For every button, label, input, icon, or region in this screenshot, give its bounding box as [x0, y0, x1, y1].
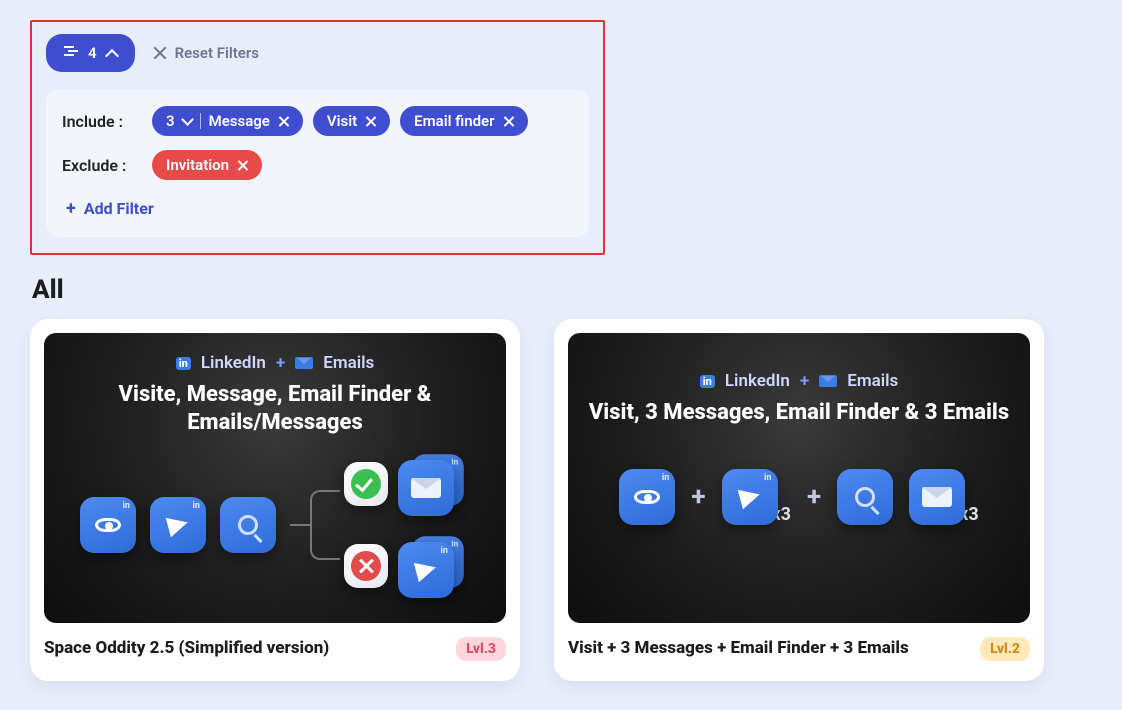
- chip-label: Visit: [327, 112, 357, 130]
- reset-filters-label: Reset Filters: [175, 44, 259, 62]
- visit-tile: in: [619, 469, 675, 525]
- level-badge: Lvl.3: [456, 637, 506, 661]
- card-footer: Visit + 3 Messages + Email Finder + 3 Em…: [568, 637, 1030, 661]
- send-icon: [414, 558, 438, 582]
- email-stack: in: [398, 452, 470, 516]
- filter-body: Include : 3 Message Visit Email finder E…: [46, 90, 589, 237]
- remove-chip-icon[interactable]: [278, 116, 289, 127]
- filter-count: 4: [88, 44, 97, 62]
- section-title: All: [32, 275, 1092, 305]
- include-chip-visit[interactable]: Visit: [313, 106, 390, 136]
- sequence-flow: in + in x3 + x3: [586, 469, 1012, 525]
- chip-label: Message: [209, 112, 270, 130]
- hero-header: in LinkedIn + Emails: [700, 371, 899, 391]
- branch-group: in in in: [344, 452, 470, 598]
- card-hero: in LinkedIn + Emails Visit, 3 Messages, …: [568, 333, 1030, 623]
- search-tile: [837, 469, 893, 525]
- sliders-icon: [64, 44, 78, 62]
- include-label: Include :: [62, 112, 142, 131]
- visit-tile: in: [80, 497, 136, 553]
- send-icon: [737, 484, 761, 508]
- exclude-chip-invitation[interactable]: Invitation: [152, 150, 262, 180]
- card-title: Visit + 3 Messages + Email Finder + 3 Em…: [568, 637, 909, 659]
- include-row: Include : 3 Message Visit Email finder: [62, 106, 573, 136]
- exclude-row: Exclude : Invitation: [62, 150, 573, 180]
- include-chip-message[interactable]: 3 Message: [152, 106, 303, 136]
- include-chip-emailfinder[interactable]: Email finder: [400, 106, 527, 136]
- chip-separator: [200, 113, 201, 129]
- chevron-down-icon: [183, 112, 192, 130]
- add-filter-button[interactable]: Add Filter: [66, 198, 154, 219]
- add-filter-label: Add Filter: [84, 199, 154, 218]
- exclude-label: Exclude :: [62, 156, 142, 175]
- level-badge: Lvl.2: [980, 637, 1030, 661]
- hero-emails-label: Emails: [323, 353, 374, 373]
- message-chip-count: 3: [166, 112, 175, 130]
- hero-linkedin-label: LinkedIn: [201, 353, 266, 373]
- chip-label: Invitation: [166, 156, 229, 174]
- linkedin-icon: in: [176, 357, 191, 370]
- chip-label: Email finder: [414, 112, 494, 130]
- mail-icon: [295, 357, 313, 369]
- hero-header: in LinkedIn + Emails: [176, 353, 375, 373]
- check-icon: [351, 469, 381, 499]
- search-icon: [855, 487, 875, 507]
- sequence-card[interactable]: in LinkedIn + Emails Visit, 3 Messages, …: [554, 319, 1044, 681]
- mail-icon: [819, 375, 837, 387]
- remove-chip-icon[interactable]: [503, 116, 514, 127]
- email-tile: [909, 469, 965, 525]
- hero-title: Visit, 3 Messages, Email Finder & 3 Emai…: [589, 399, 1009, 427]
- plus-icon: [66, 198, 76, 219]
- search-tile: [220, 497, 276, 553]
- success-tile: [344, 462, 388, 506]
- message-stack: in in: [398, 534, 470, 598]
- sequence-card[interactable]: in LinkedIn + Emails Visite, Message, Em…: [30, 319, 520, 681]
- filter-count-toggle[interactable]: 4: [46, 34, 135, 72]
- branch-connector: [290, 480, 330, 570]
- filter-panel: 4 Reset Filters Include : 3 Message Visi…: [30, 20, 605, 255]
- cards-row: in LinkedIn + Emails Visite, Message, Em…: [30, 319, 1092, 681]
- plus-separator: +: [691, 482, 705, 512]
- reset-filters-button[interactable]: Reset Filters: [153, 44, 259, 62]
- send-icon: [166, 513, 190, 537]
- remove-chip-icon[interactable]: [365, 116, 376, 127]
- search-icon: [238, 515, 258, 535]
- eye-icon: [634, 490, 660, 504]
- close-icon: [153, 46, 167, 60]
- plus-separator: +: [807, 482, 821, 512]
- card-footer: Space Oddity 2.5 (Simplified version) Lv…: [44, 637, 506, 661]
- x-circle-icon: [351, 551, 381, 581]
- mail-icon: [922, 487, 952, 507]
- mail-icon: [411, 478, 441, 498]
- hero-plus: +: [800, 371, 809, 391]
- remove-chip-icon[interactable]: [237, 160, 248, 171]
- hero-title: Visite, Message, Email Finder & Emails/M…: [62, 381, 488, 436]
- hero-plus: +: [276, 353, 285, 373]
- card-hero: in LinkedIn + Emails Visite, Message, Em…: [44, 333, 506, 623]
- sequence-flow: in in in in: [62, 452, 488, 598]
- hero-linkedin-label: LinkedIn: [725, 371, 790, 391]
- hero-emails-label: Emails: [847, 371, 898, 391]
- linkedin-icon: in: [700, 375, 715, 388]
- fail-tile: [344, 544, 388, 588]
- message-tile: in: [150, 497, 206, 553]
- chevron-up-icon: [107, 44, 117, 62]
- message-tile: in: [722, 469, 778, 525]
- card-title: Space Oddity 2.5 (Simplified version): [44, 637, 329, 659]
- eye-icon: [95, 518, 121, 532]
